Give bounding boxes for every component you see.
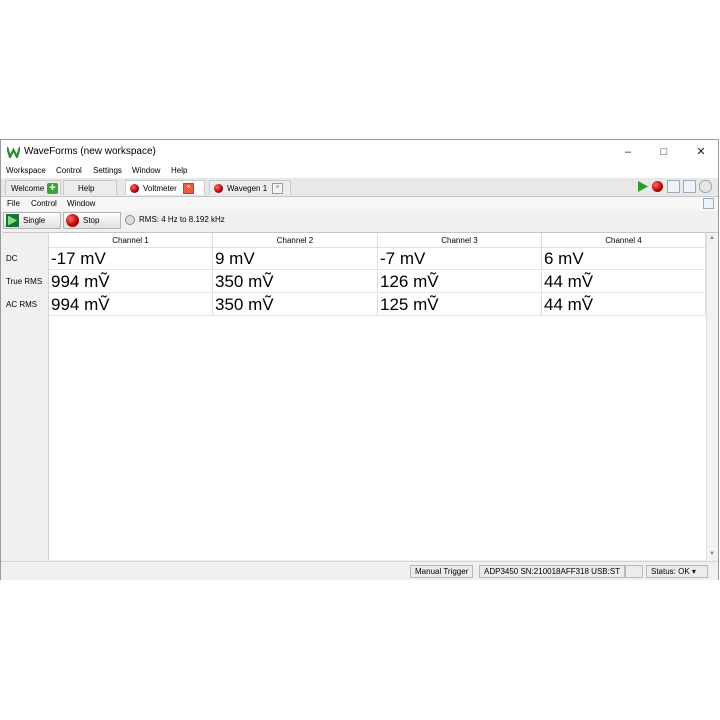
scroll-down-arrow-icon[interactable]: ▼ bbox=[709, 551, 715, 557]
status-dropdown-icon: ▾ bbox=[691, 567, 696, 576]
title-bar: WaveForms (new workspace) – □ ✕ bbox=[1, 140, 718, 164]
status-text: Status: OK bbox=[651, 567, 690, 576]
menu-instrument-control[interactable]: Control bbox=[31, 199, 57, 208]
global-toolbar bbox=[636, 180, 716, 194]
stop-label: Stop bbox=[83, 216, 100, 225]
device-icon[interactable] bbox=[699, 180, 712, 193]
measurement-table: Channel 1 Channel 2 Channel 3 Channel 4 … bbox=[3, 232, 718, 560]
instrument-toolbar: Single Stop RMS: 4 Hz to 8.192 kHz bbox=[1, 211, 718, 231]
single-run-icon bbox=[6, 214, 19, 227]
column-header-channel-2[interactable]: Channel 2 bbox=[213, 233, 378, 248]
waveforms-logo-icon bbox=[7, 146, 20, 158]
menu-help[interactable]: Help bbox=[171, 166, 187, 175]
ac-rms-channel-1-value: 994 mṼ bbox=[49, 294, 213, 316]
instrument-menu-bar: File Control Window bbox=[1, 197, 718, 211]
dock-icon[interactable] bbox=[703, 198, 714, 209]
tab-wavegen[interactable]: Wavegen 1 × bbox=[209, 180, 291, 195]
minimize-button[interactable]: – bbox=[613, 142, 643, 162]
dc-channel-4-value: 6 mV bbox=[542, 248, 706, 270]
true-rms-channel-4-value: 44 mṼ bbox=[542, 271, 706, 293]
single-button[interactable]: Single bbox=[3, 212, 61, 229]
stop-all-icon[interactable] bbox=[652, 181, 663, 192]
record-dot-icon bbox=[214, 184, 223, 193]
vertical-scrollbar[interactable]: ▲ ▼ bbox=[706, 233, 718, 560]
scroll-up-arrow-icon[interactable]: ▲ bbox=[709, 235, 715, 241]
ac-rms-channel-4-value: 44 mṼ bbox=[542, 294, 706, 316]
dc-channel-2-value: 9 mV bbox=[213, 248, 378, 270]
single-label: Single bbox=[23, 216, 46, 225]
dc-channel-3-value: -7 mV bbox=[378, 248, 542, 270]
close-tab-icon[interactable]: × bbox=[183, 183, 194, 194]
true-rms-channel-1-value: 994 mṼ bbox=[49, 271, 213, 293]
menu-instrument-window[interactable]: Window bbox=[67, 199, 95, 208]
device-manager-icon[interactable] bbox=[625, 565, 643, 578]
status-bar: Manual Trigger ADP3450 SN:210018AFF318 U… bbox=[1, 561, 718, 580]
tab-welcome-label: Welcome bbox=[11, 184, 45, 193]
maximize-button[interactable]: □ bbox=[649, 142, 679, 162]
close-tab-icon[interactable]: × bbox=[272, 183, 283, 194]
column-header-channel-1[interactable]: Channel 1 bbox=[49, 233, 213, 248]
tab-voltmeter[interactable]: Voltmeter × bbox=[125, 180, 205, 195]
true-rms-channel-3-value: 126 mṼ bbox=[378, 271, 542, 293]
device-info[interactable]: ADP3450 SN:210018AFF318 USB:ST bbox=[479, 565, 626, 578]
ac-rms-channel-2-value: 350 mṼ bbox=[213, 294, 378, 316]
rms-bandwidth-info: RMS: 4 Hz to 8.192 kHz bbox=[139, 215, 225, 224]
tab-voltmeter-label: Voltmeter bbox=[143, 184, 177, 193]
window-tile-icon[interactable] bbox=[683, 180, 696, 193]
ac-rms-channel-3-value: 125 mṼ bbox=[378, 294, 542, 316]
close-button[interactable]: ✕ bbox=[686, 142, 716, 162]
tab-help-label: Help bbox=[78, 184, 95, 193]
row-header-dc: DC bbox=[6, 254, 18, 263]
menu-workspace[interactable]: Workspace bbox=[6, 166, 46, 175]
column-header-channel-3[interactable]: Channel 3 bbox=[378, 233, 542, 248]
tab-bar: Welcome + Help Voltmeter × Wavegen 1 × bbox=[1, 178, 718, 197]
stop-icon bbox=[66, 214, 79, 227]
manual-trigger-button[interactable]: Manual Trigger bbox=[410, 565, 474, 578]
column-header-channel-4[interactable]: Channel 4 bbox=[542, 233, 706, 248]
status-indicator[interactable]: Status: OK ▾ bbox=[646, 565, 708, 578]
stop-button[interactable]: Stop bbox=[63, 212, 121, 229]
dc-channel-1-value: -17 mV bbox=[49, 248, 213, 270]
true-rms-channel-2-value: 350 mṼ bbox=[213, 271, 378, 293]
tab-help[interactable]: Help bbox=[63, 180, 117, 195]
tab-wavegen-label: Wavegen 1 bbox=[227, 184, 268, 193]
record-dot-icon bbox=[130, 184, 139, 193]
run-all-icon[interactable] bbox=[636, 180, 649, 193]
app-window: WaveForms (new workspace) – □ ✕ Workspac… bbox=[0, 139, 719, 580]
menu-control[interactable]: Control bbox=[56, 166, 82, 175]
menu-bar: Workspace Control Settings Window Help bbox=[1, 164, 718, 178]
menu-window[interactable]: Window bbox=[132, 166, 160, 175]
window-stack-icon[interactable] bbox=[667, 180, 680, 193]
menu-file[interactable]: File bbox=[7, 199, 20, 208]
row-header-true-rms: True RMS bbox=[6, 277, 43, 286]
tab-welcome[interactable]: Welcome + bbox=[5, 180, 61, 195]
row-header-ac-rms: AC RMS bbox=[6, 300, 38, 309]
add-plus-icon[interactable]: + bbox=[47, 183, 58, 194]
menu-settings[interactable]: Settings bbox=[93, 166, 122, 175]
rms-settings-icon[interactable] bbox=[125, 215, 135, 225]
window-title: WaveForms (new workspace) bbox=[24, 146, 156, 157]
